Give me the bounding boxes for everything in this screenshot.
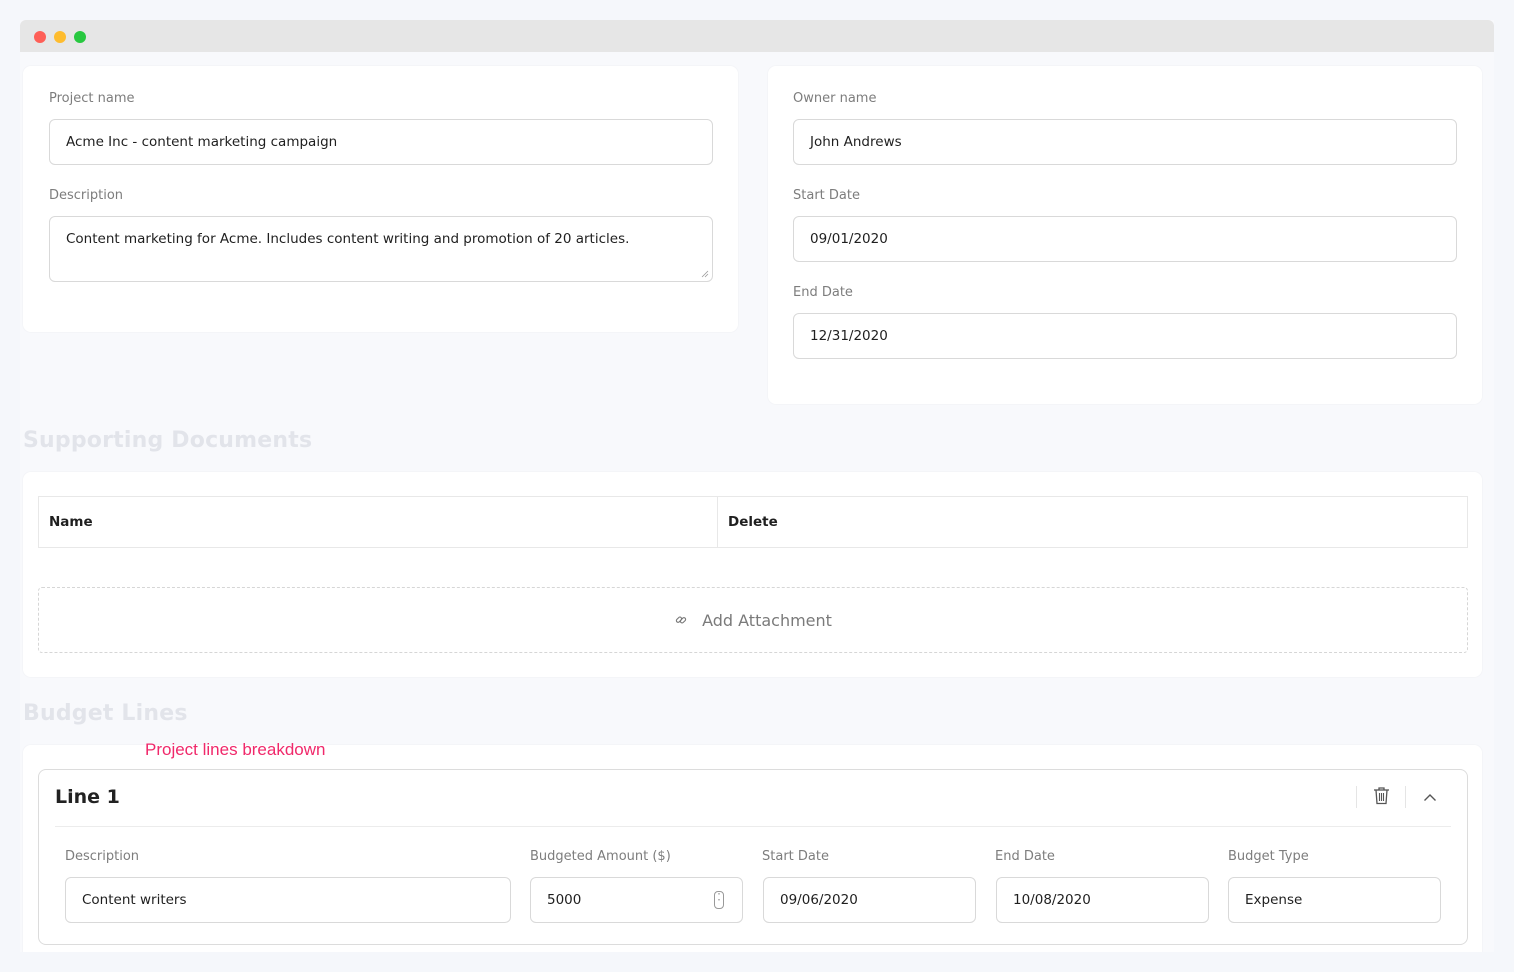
resize-handle-icon[interactable] bbox=[701, 270, 709, 278]
budget-line-1: Line 1 Description Content writers Budge… bbox=[38, 769, 1468, 945]
end-date-label: End Date bbox=[793, 285, 853, 300]
budgeted-amount-value: 5000 bbox=[547, 892, 582, 908]
end-date-input[interactable]: 12/31/2020 bbox=[793, 313, 1457, 359]
add-attachment-button[interactable]: Add Attachment bbox=[38, 587, 1468, 653]
project-name-label: Project name bbox=[49, 91, 135, 106]
line-header-divider bbox=[55, 826, 1451, 827]
owner-name-input[interactable]: John Andrews bbox=[793, 119, 1457, 165]
minimize-window-button[interactable] bbox=[54, 31, 66, 43]
line-description-input[interactable]: Content writers bbox=[65, 877, 511, 923]
maximize-window-button[interactable] bbox=[74, 31, 86, 43]
start-date-label: Start Date bbox=[793, 188, 860, 203]
window-titlebar bbox=[20, 20, 1494, 52]
paperclip-icon bbox=[674, 613, 688, 627]
delete-line-button[interactable] bbox=[1371, 784, 1391, 806]
column-header-name: Name bbox=[39, 497, 718, 547]
budget-annotation: Project lines breakdown bbox=[145, 740, 326, 759]
line-start-date-input[interactable]: 09/06/2020 bbox=[763, 877, 976, 923]
toolbar-divider bbox=[1356, 786, 1357, 808]
documents-table-header: Name Delete bbox=[38, 496, 1468, 548]
column-header-delete: Delete bbox=[728, 514, 778, 530]
start-date-input[interactable]: 09/01/2020 bbox=[793, 216, 1457, 262]
toolbar-divider bbox=[1405, 786, 1406, 808]
app-window: Project name Acme Inc - content marketin… bbox=[20, 20, 1494, 952]
collapse-line-button[interactable] bbox=[1419, 788, 1441, 806]
description-text: Content marketing for Acme. Includes con… bbox=[66, 231, 630, 247]
line-start-date-label: Start Date bbox=[762, 849, 829, 864]
project-card: Project name Acme Inc - content marketin… bbox=[23, 66, 738, 332]
budgeted-amount-input[interactable]: 5000 ˄ ˅ bbox=[530, 877, 743, 923]
budget-lines-title: Budget Lines bbox=[23, 701, 188, 726]
owner-card: Owner name John Andrews Start Date 09/01… bbox=[768, 66, 1482, 404]
line-end-date-input[interactable]: 10/08/2020 bbox=[996, 877, 1209, 923]
line-description-label: Description bbox=[65, 849, 140, 864]
budget-type-input[interactable]: Expense bbox=[1228, 877, 1441, 923]
project-name-input[interactable]: Acme Inc - content marketing campaign bbox=[49, 119, 713, 165]
chevron-up-icon bbox=[1424, 793, 1436, 801]
trash-icon bbox=[1373, 786, 1389, 804]
budgeted-amount-label: Budgeted Amount ($) bbox=[530, 849, 671, 864]
close-window-button[interactable] bbox=[34, 31, 46, 43]
number-stepper-icon[interactable]: ˄ ˅ bbox=[714, 891, 724, 909]
description-textarea[interactable]: Content marketing for Acme. Includes con… bbox=[49, 216, 713, 282]
budget-line-title: Line 1 bbox=[55, 786, 120, 808]
owner-name-label: Owner name bbox=[793, 91, 877, 106]
add-attachment-label: Add Attachment bbox=[702, 610, 832, 630]
supporting-documents-title: Supporting Documents bbox=[23, 428, 313, 453]
description-label: Description bbox=[49, 188, 124, 203]
budget-type-label: Budget Type bbox=[1228, 849, 1309, 864]
line-end-date-label: End Date bbox=[995, 849, 1055, 864]
